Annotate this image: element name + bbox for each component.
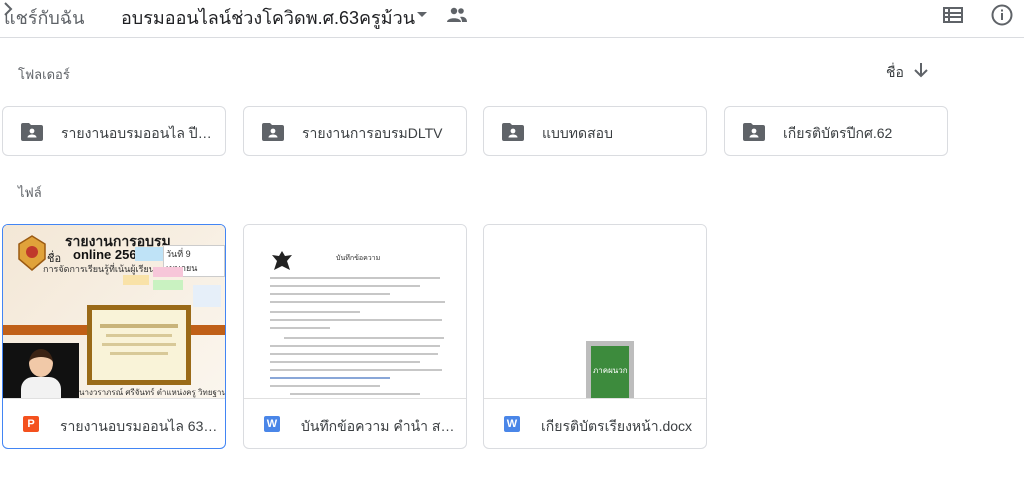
folder-card[interactable]: รายงานการอบรมDLTV bbox=[243, 106, 467, 156]
sort-label[interactable]: ชื่อ bbox=[886, 62, 904, 84]
thumbnail-note bbox=[135, 247, 163, 261]
file-thumbnail: บันทึกข้อความ bbox=[244, 225, 466, 399]
file-name: รายงานอบรมออนไล 63-2... bbox=[60, 418, 218, 434]
garuda-emblem-icon bbox=[272, 251, 292, 270]
video-avatar bbox=[3, 343, 79, 398]
file-thumbnail: รายงานการอบรม online 2562 ชื่อ การจัดการ… bbox=[3, 225, 225, 399]
list-view-icon[interactable] bbox=[941, 3, 965, 27]
file-thumbnail: ภาคผนวก bbox=[484, 225, 706, 399]
docs-file-icon: W bbox=[504, 416, 520, 432]
folder-name: แบบทดสอบ bbox=[542, 125, 613, 141]
file-card[interactable]: รายงานการอบรม online 2562 ชื่อ การจัดการ… bbox=[2, 224, 226, 449]
info-icon[interactable] bbox=[990, 3, 1014, 27]
thumbnail-footer: นางวราภรณ์ ศรีจันทร์ ตำแหน่งครู วิทยฐานะ… bbox=[79, 388, 225, 397]
file-card[interactable]: ภาคผนวก W เกียรติบัตรเรียงหน้า.docx bbox=[483, 224, 707, 449]
shared-folder-icon bbox=[743, 123, 765, 141]
thumbnail-note bbox=[153, 267, 183, 277]
folder-card[interactable]: เกียรติบัตรปีกศ.62 bbox=[724, 106, 948, 156]
file-card[interactable]: บันทึกข้อความ W บันทึกข้อความ คำนำ สาร..… bbox=[243, 224, 467, 449]
thumbnail-note bbox=[123, 275, 149, 285]
shared-folder-icon bbox=[21, 123, 43, 141]
certificate-frame bbox=[87, 305, 191, 385]
folder-name: รายงานการอบรมDLTV bbox=[302, 125, 443, 141]
thumbnail-subtitle: online 2562 bbox=[73, 247, 144, 262]
folder-name: รายงานอบรมออนไล ปีกา... bbox=[61, 125, 213, 141]
slides-file-icon: P bbox=[23, 416, 39, 432]
thumbnail-line: การจัดการเรียนรู้ที่เน้นผู้เรียน bbox=[43, 264, 155, 274]
folders-section-label: โฟลเดอร์ bbox=[18, 67, 70, 82]
folder-card[interactable]: รายงานอบรมออนไล ปีกา... bbox=[2, 106, 226, 156]
folder-name: เกียรติบัตรปีกศ.62 bbox=[783, 125, 893, 141]
thumbnail-note bbox=[153, 280, 183, 290]
appendix-cover: ภาคผนวก bbox=[586, 341, 634, 398]
thumbnail-note bbox=[193, 285, 221, 307]
files-section-label: ไฟล์ bbox=[18, 185, 42, 200]
thumbnail-title: บันทึกข้อความ bbox=[336, 255, 381, 262]
dropdown-arrow-icon[interactable] bbox=[415, 7, 429, 21]
breadcrumb-root[interactable]: แชร์กับฉัน bbox=[4, 3, 84, 32]
shared-folder-icon bbox=[262, 123, 284, 141]
arrow-down-icon[interactable] bbox=[912, 61, 930, 79]
breadcrumb-current[interactable]: อบรมออนไลน์ช่วงโควิดพ.ศ.63ครูม้วน bbox=[121, 3, 415, 32]
top-bar: แชร์กับฉัน อบรมออนไลน์ช่วงโควิดพ.ศ.63ครู… bbox=[0, 0, 1024, 38]
appendix-label: ภาคผนวก bbox=[593, 366, 628, 375]
shared-people-icon bbox=[447, 7, 467, 22]
file-name: เกียรติบัตรเรียงหน้า.docx bbox=[541, 418, 693, 434]
shared-folder-icon bbox=[502, 123, 524, 141]
docs-file-icon: W bbox=[264, 416, 280, 432]
file-name: บันทึกข้อความ คำนำ สาร... bbox=[301, 418, 459, 434]
folder-card[interactable]: แบบทดสอบ bbox=[483, 106, 707, 156]
